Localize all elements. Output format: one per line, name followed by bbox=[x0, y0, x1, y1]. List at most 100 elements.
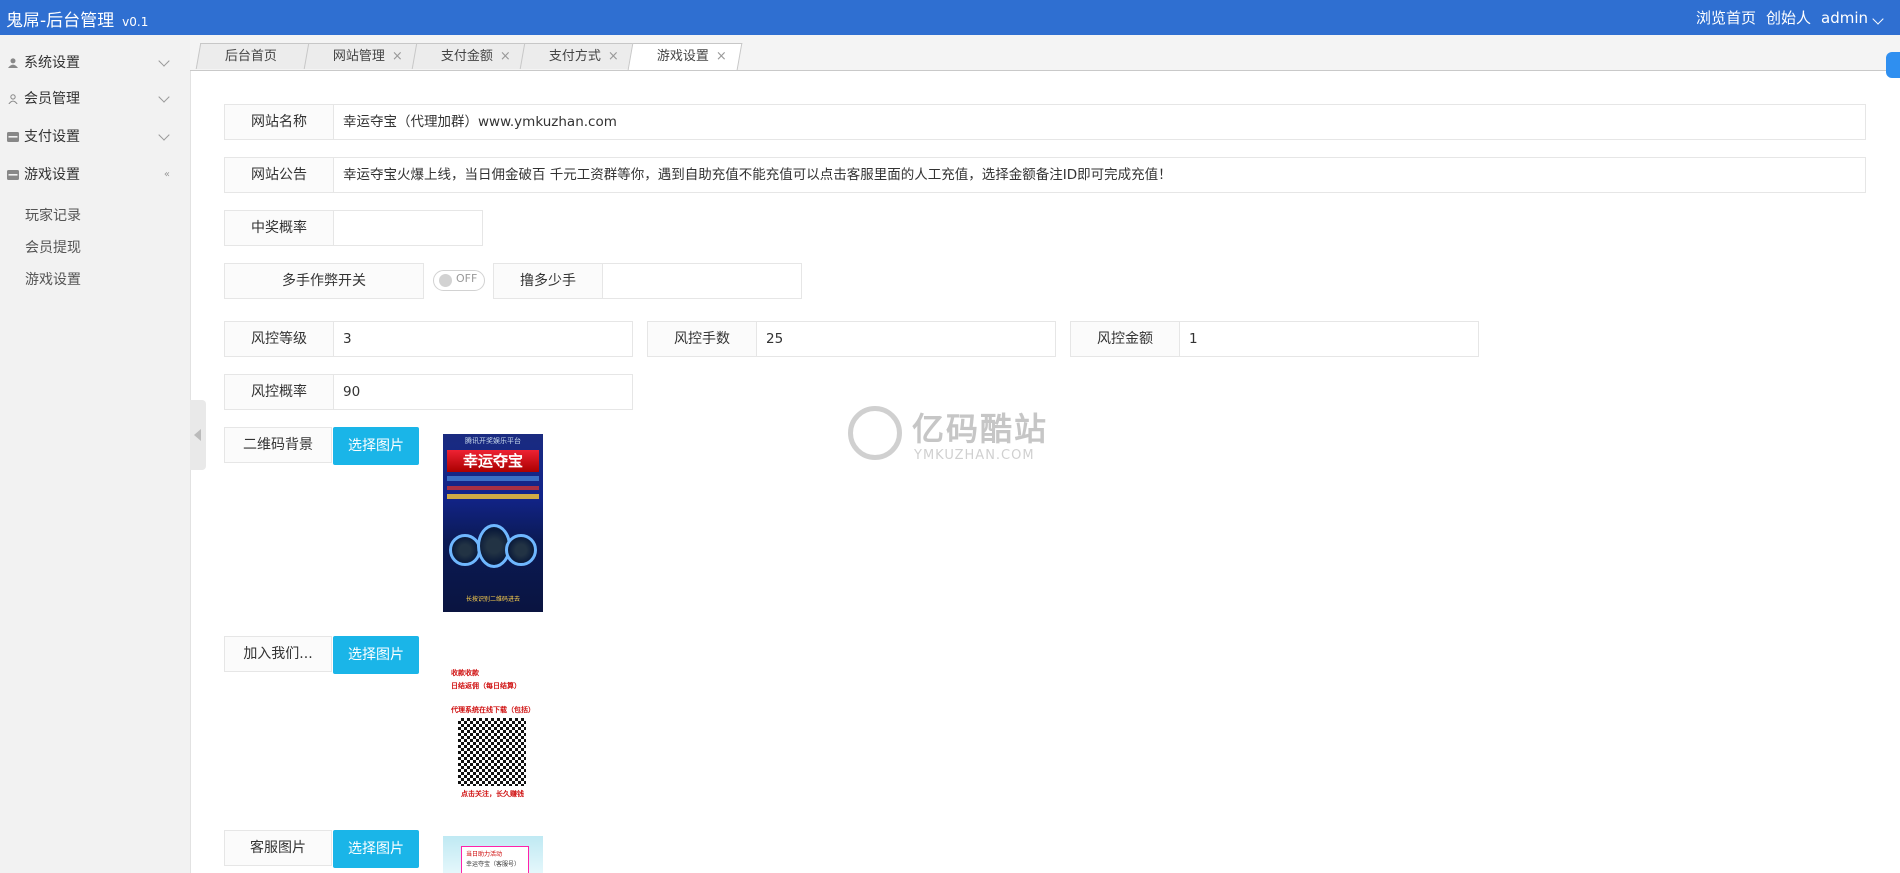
watermark-text: 亿码酷站 bbox=[912, 410, 1049, 448]
sidebar-item-game[interactable]: 游戏设置 « bbox=[0, 157, 190, 193]
brand[interactable]: 鬼屌-后台管理 v0.1 bbox=[6, 6, 148, 31]
browse-home-link[interactable]: 浏览首页 bbox=[1696, 7, 1756, 28]
sidebar: 系统设置 会员管理 支付设置 游戏设置 « 玩家记录 会员提现 游戏设置 bbox=[0, 35, 191, 873]
chevron-down-icon bbox=[158, 129, 170, 141]
watermark-logo: 亿码酷站 YMKUZHAN.COM bbox=[848, 404, 1048, 468]
poster-line bbox=[447, 486, 539, 490]
risk-amount-input[interactable]: 1 bbox=[1189, 322, 1198, 356]
poster-line bbox=[447, 476, 539, 481]
user-menu[interactable]: admin bbox=[1821, 9, 1884, 27]
poster-line bbox=[447, 494, 539, 499]
site-notice-input[interactable]: 幸运夺宝火爆上线，当日佣金破百 千元工资群等你，遇到自助充值不能充值可以点击客服… bbox=[343, 158, 1172, 192]
tab-label: 网站管理 bbox=[332, 49, 385, 64]
join-us-label: 加入我们... bbox=[224, 636, 332, 672]
top-nav: 浏览首页 创始人 admin bbox=[1696, 7, 1884, 28]
sidebar-item-label: 游戏设置 bbox=[24, 167, 80, 183]
site-notice-field[interactable]: 网站公告 幸运夺宝火爆上线，当日佣金破百 千元工资群等你，遇到自助充值不能充值可… bbox=[224, 157, 1866, 193]
chevron-down-icon bbox=[1872, 12, 1884, 25]
sidebar-subitem-withdraw[interactable]: 会员提现 bbox=[25, 237, 81, 257]
card-icon bbox=[7, 132, 19, 142]
poster-card: 当日助力活动 幸运夺宝（客服号） bbox=[461, 846, 529, 873]
version-label: v0.1 bbox=[122, 15, 149, 29]
poster-bottom-text: 长按识别二维码进去 bbox=[465, 596, 520, 603]
join-us-preview: 收款收款 日结返佣（每日结算） 代理系统在线下载（包括） 点击关注，长久赚钱 bbox=[443, 643, 543, 803]
sidebar-item-label: 系统设置 bbox=[24, 55, 80, 71]
poster-text: 收款收款 bbox=[451, 669, 479, 677]
sidebar-item-payment[interactable]: 支付设置 bbox=[0, 119, 190, 155]
watermark-subtext: YMKUZHAN.COM bbox=[914, 448, 1035, 463]
tab-bar: 后台首页 网站管理 × 支付金额 × 支付方式 × 游戏设置 × bbox=[190, 35, 1900, 71]
close-icon[interactable]: × bbox=[716, 44, 727, 70]
win-rate-field[interactable]: 中奖概率 bbox=[224, 210, 483, 246]
switch-text: OFF bbox=[456, 272, 478, 285]
close-icon[interactable]: × bbox=[608, 44, 619, 70]
qr-background-select-button[interactable]: 选择图片 bbox=[333, 427, 419, 465]
sidebar-item-members[interactable]: 会员管理 bbox=[0, 81, 190, 117]
user-icon bbox=[8, 58, 18, 68]
field-label: 网站名称 bbox=[225, 105, 334, 139]
site-name-field[interactable]: 网站名称 幸运夺宝（代理加群）www.ymkuzhan.com bbox=[224, 104, 1866, 140]
collapse-icon: « bbox=[163, 169, 170, 180]
tab-label: 后台首页 bbox=[224, 49, 277, 64]
service-image-label: 客服图片 bbox=[224, 830, 332, 866]
field-label: 中奖概率 bbox=[225, 211, 334, 245]
site-name-input[interactable]: 幸运夺宝（代理加群）www.ymkuzhan.com bbox=[343, 105, 617, 139]
multi-cheat-switch[interactable]: OFF bbox=[433, 270, 485, 291]
tab-label: 支付方式 bbox=[548, 49, 601, 64]
floating-help-icon[interactable] bbox=[1886, 52, 1900, 78]
tab-payment-method[interactable]: 支付方式 × bbox=[519, 43, 635, 70]
poster-text: 日结返佣（每日结算） bbox=[451, 682, 521, 690]
speaker-graphic bbox=[505, 534, 537, 566]
watermark-circle-icon bbox=[848, 406, 902, 460]
service-image-select-button[interactable]: 选择图片 bbox=[333, 830, 419, 868]
risk-rate-field[interactable]: 风控概率 90 bbox=[224, 374, 633, 410]
tab-home[interactable]: 后台首页 bbox=[195, 43, 311, 69]
sidebar-collapse-toggle[interactable] bbox=[190, 400, 206, 470]
risk-level-input[interactable]: 3 bbox=[343, 322, 352, 356]
poster-title: 幸运夺宝 bbox=[447, 450, 539, 472]
speaker-graphic bbox=[449, 534, 481, 566]
sidebar-subitem-player-records[interactable]: 玩家记录 bbox=[25, 205, 81, 225]
join-us-select-button[interactable]: 选择图片 bbox=[333, 636, 419, 674]
poster-text: 当日助力活动 bbox=[466, 851, 503, 858]
field-label: 风控手数 bbox=[648, 322, 757, 356]
risk-hands-field[interactable]: 风控手数 25 bbox=[647, 321, 1056, 357]
top-header: 鬼屌-后台管理 v0.1 浏览首页 创始人 admin bbox=[0, 0, 1900, 35]
poster-text: 代理系统在线下载（包括） bbox=[451, 706, 535, 714]
sidebar-item-label: 支付设置 bbox=[24, 129, 80, 145]
tab-game-settings[interactable]: 游戏设置 × bbox=[627, 43, 743, 70]
poster-top-text: 腾讯开奖娱乐平台 bbox=[465, 437, 521, 445]
qr-background-preview: 腾讯开奖娱乐平台 幸运夺宝 长按识别二维码进去 bbox=[443, 434, 543, 612]
tab-site-management[interactable]: 网站管理 × bbox=[303, 43, 419, 70]
card-icon bbox=[7, 170, 19, 180]
field-label: 风控概率 bbox=[225, 375, 334, 409]
risk-hands-input[interactable]: 25 bbox=[766, 322, 783, 356]
risk-level-field[interactable]: 风控等级 3 bbox=[224, 321, 633, 357]
risk-rate-input[interactable]: 90 bbox=[343, 375, 360, 409]
field-label: 风控等级 bbox=[225, 322, 334, 356]
close-icon[interactable]: × bbox=[500, 44, 511, 70]
switch-knob bbox=[439, 274, 452, 287]
brand-title: 鬼屌-后台管理 bbox=[6, 11, 115, 31]
close-icon[interactable]: × bbox=[392, 44, 403, 70]
tab-payment-amount[interactable]: 支付金额 × bbox=[411, 43, 527, 70]
tab-label: 游戏设置 bbox=[656, 49, 709, 64]
user-outline-icon bbox=[8, 94, 18, 104]
field-label: 网站公告 bbox=[225, 158, 334, 192]
qr-code-image bbox=[458, 718, 526, 786]
multi-cheat-label-box: 多手作弊开关 bbox=[224, 263, 424, 299]
risk-amount-field[interactable]: 风控金额 1 bbox=[1070, 321, 1479, 357]
sidebar-item-system[interactable]: 系统设置 bbox=[0, 45, 190, 81]
chevron-down-icon bbox=[158, 91, 170, 103]
poster-text: 幸运夺宝（客服号） bbox=[466, 861, 521, 868]
founder-link[interactable]: 创始人 bbox=[1766, 7, 1811, 28]
service-image-preview: 当日助力活动 幸运夺宝（客服号） bbox=[443, 836, 543, 873]
field-label: 风控金额 bbox=[1071, 322, 1180, 356]
tab-label: 支付金额 bbox=[440, 49, 493, 64]
sidebar-item-label: 会员管理 bbox=[24, 91, 80, 107]
qr-background-label: 二维码背景 bbox=[224, 427, 332, 463]
chevron-down-icon bbox=[158, 55, 170, 67]
sidebar-subitem-game-settings[interactable]: 游戏设置 bbox=[25, 269, 81, 289]
field-label: 撸多少手 bbox=[494, 264, 603, 298]
lu-count-field[interactable]: 撸多少手 bbox=[493, 263, 802, 299]
